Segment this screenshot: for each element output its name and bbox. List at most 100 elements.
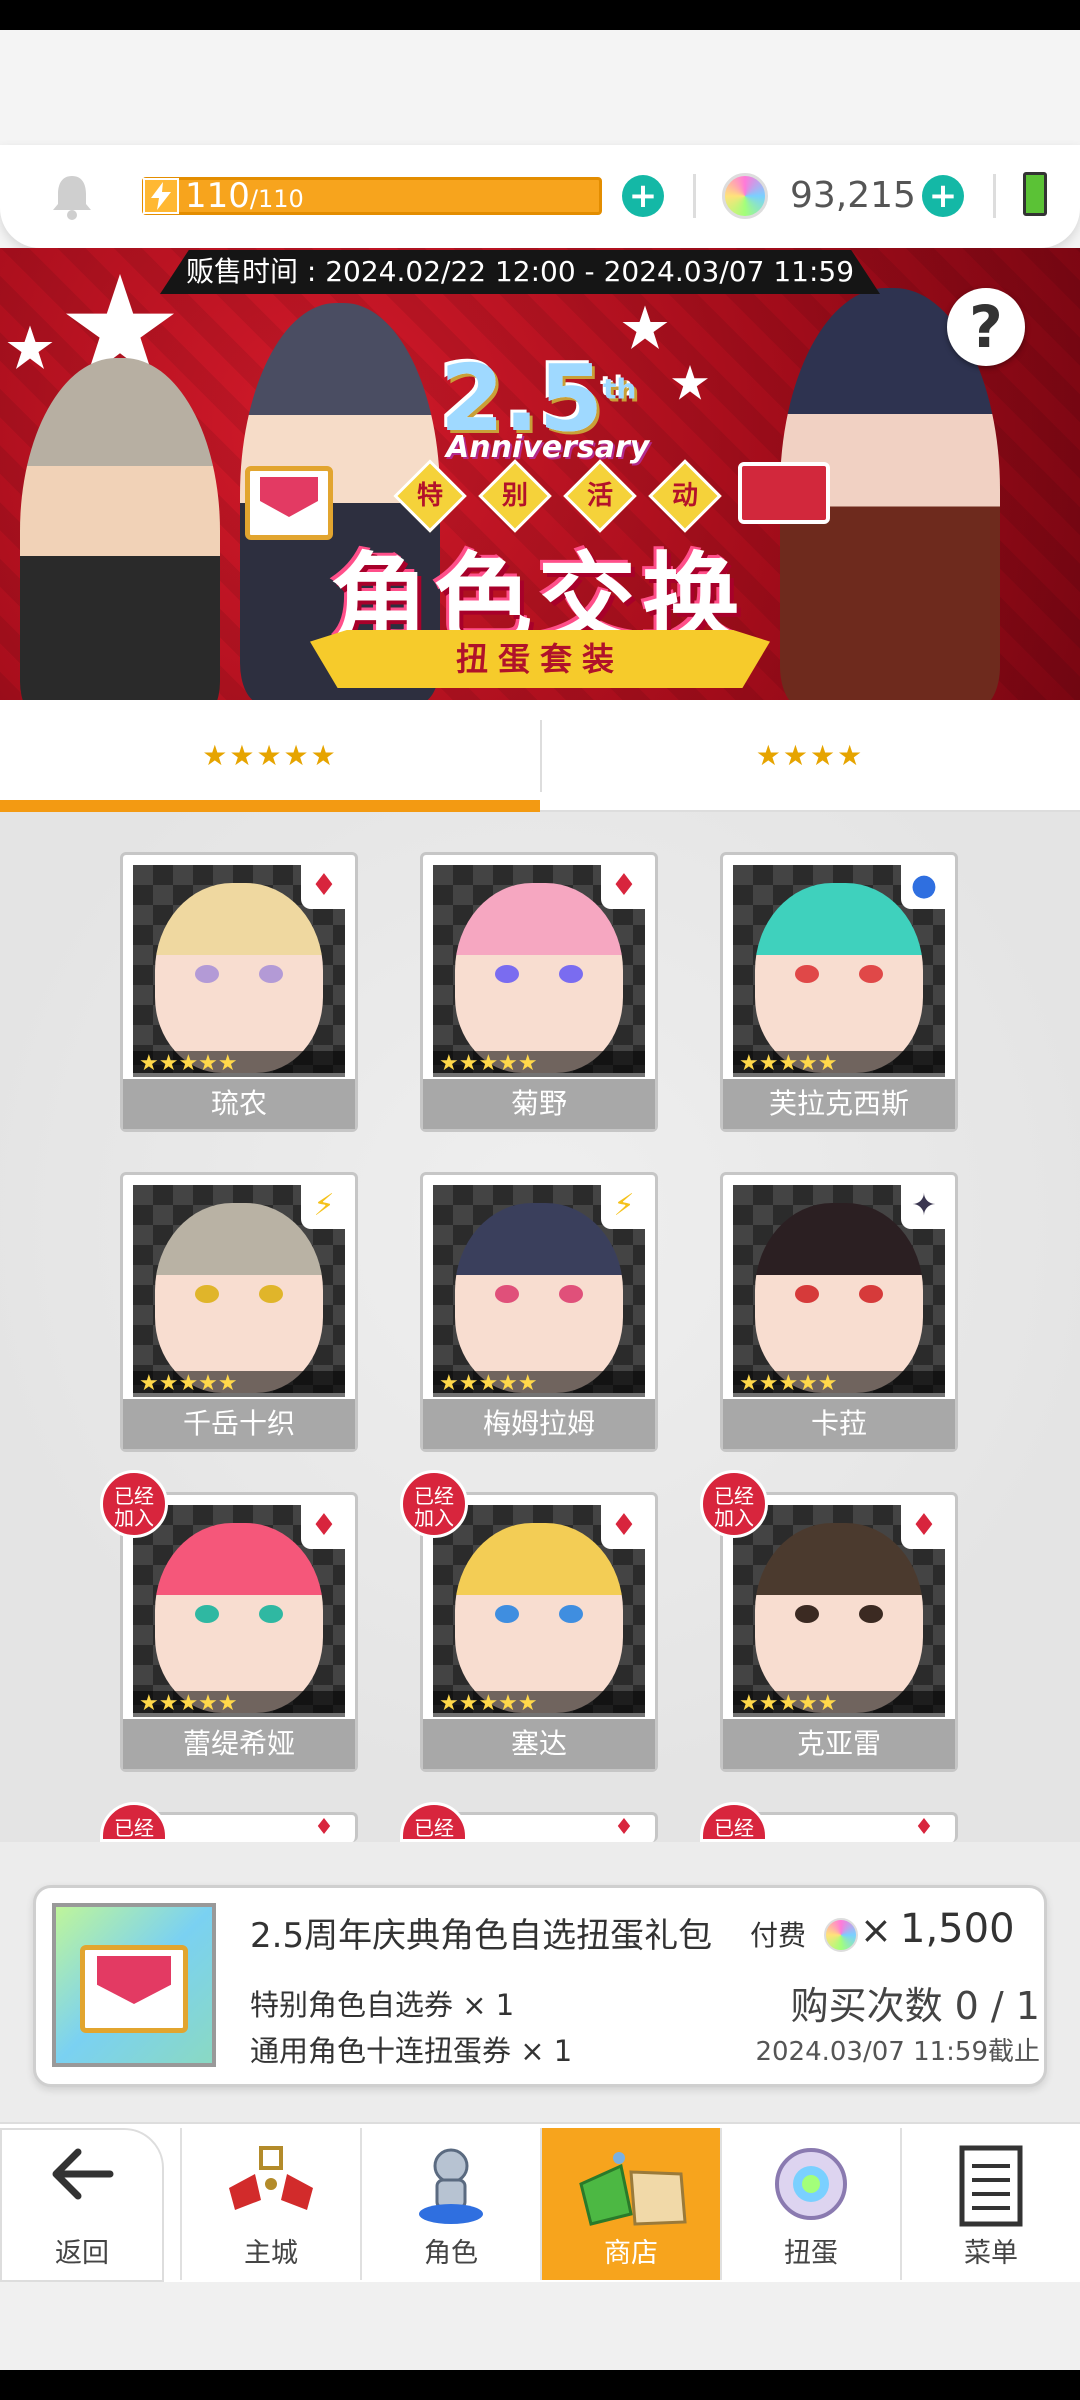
character-eyes <box>195 1285 283 1303</box>
product-content-2: 通用角色十连扭蛋券 × 1 <box>250 2034 573 2068</box>
character-eyes <box>795 965 883 983</box>
nav-item-home[interactable]: 主城 <box>180 2128 360 2280</box>
divider <box>540 720 542 792</box>
help-button[interactable]: ? <box>947 288 1025 366</box>
anniversary-word: Anniversary <box>446 430 650 465</box>
joined-badge: 已经 加入 <box>100 1470 168 1538</box>
nav-item-shop[interactable]: 商店 <box>540 2128 720 2280</box>
character-icon <box>419 2148 483 2224</box>
banner-character-left <box>20 358 220 700</box>
menu-icon <box>959 2145 1023 2227</box>
castle-icon <box>229 2146 313 2210</box>
status-bar <box>0 0 1080 30</box>
battery-icon <box>1023 172 1047 216</box>
character-name: 卡菈 <box>723 1399 955 1449</box>
character-eyes <box>495 1605 583 1623</box>
element-icon: ♦ <box>301 1815 347 1841</box>
nav-label: 菜单 <box>964 2238 1018 2269</box>
character-card[interactable]: ★★★★★ ♦ 塞达 <box>420 1492 658 1772</box>
tab-five-star[interactable]: ★★★★★ <box>0 700 540 812</box>
character-eyes <box>795 1285 883 1303</box>
element-icon: ♦ <box>301 863 347 909</box>
joined-badge: 已经 加入 <box>400 1470 468 1538</box>
star-decoration-icon <box>7 325 53 369</box>
character-card[interactable]: ★★★★★ ♦ 蕾缇希娅 <box>120 1492 358 1772</box>
rarity-stars: ★★★★★ <box>433 1371 645 1397</box>
back-arrow-icon <box>52 2148 114 2200</box>
gesture-bar <box>0 2370 1080 2400</box>
event-tags: 特 别 活 动 <box>390 459 725 533</box>
element-icon: ♦ <box>601 1815 647 1841</box>
nav-label: 角色 <box>424 2238 478 2269</box>
rarity-stars: ★★★★★ <box>433 1051 645 1077</box>
nav-item-characters[interactable]: 角色 <box>360 2128 540 2280</box>
element-icon: ♦ <box>301 1503 347 1549</box>
rarity-stars: ★★★★★ <box>433 1691 645 1717</box>
shop-icon <box>579 2152 687 2226</box>
bell-icon[interactable] <box>50 172 94 220</box>
rainbow-gem-icon <box>824 1918 858 1952</box>
stamina-value: 110/110 <box>185 176 304 216</box>
element-icon: ♦ <box>601 1503 647 1549</box>
character-name: 蕾缇希娅 <box>123 1719 355 1769</box>
gacha-icon <box>775 2148 847 2220</box>
gem-count: 93,215 <box>790 175 916 216</box>
lightning-icon <box>143 178 179 214</box>
nav-label: 扭蛋 <box>784 2238 838 2269</box>
rainbow-gem-icon <box>722 173 768 219</box>
character-eyes <box>795 1605 883 1623</box>
element-icon: ♦ <box>901 1815 947 1841</box>
sale-time: 贩售时间 : 2024.02/22 12:00 - 2024.03/07 11:… <box>160 250 880 294</box>
character-name: 芙拉克西斯 <box>723 1079 955 1129</box>
character-card[interactable]: ★★★★★ ✦ 卡菈 <box>720 1172 958 1452</box>
character-card[interactable]: ★★★★★ ⚡ 千岳十织 <box>120 1172 358 1452</box>
envelope-icon <box>245 466 333 540</box>
ticket-icon <box>738 462 830 524</box>
character-card[interactable]: ★★★★★ ● 芙拉克西斯 <box>720 852 958 1132</box>
banner-subtitle: 扭蛋套装 <box>310 630 770 688</box>
add-stamina-button[interactable]: + <box>622 175 664 217</box>
nav-item-gacha[interactable]: 扭蛋 <box>720 2128 900 2280</box>
tab-four-star[interactable]: ★★★★ <box>540 700 1080 812</box>
envelope-icon <box>80 1945 188 2033</box>
character-name: 塞达 <box>423 1719 655 1769</box>
home-strip <box>0 2282 1080 2370</box>
rarity-stars: ★★★★★ <box>133 1371 345 1397</box>
character-eyes <box>195 1605 283 1623</box>
element-icon: ♦ <box>901 1503 947 1549</box>
active-tab-indicator <box>0 800 540 812</box>
character-name: 千岳十织 <box>123 1399 355 1449</box>
deadline: 2024.03/07 11:59截止 <box>755 2037 1040 2067</box>
character-name: 菊野 <box>423 1079 655 1129</box>
character-card[interactable]: ★★★★★ ♦ 克亚雷 <box>720 1492 958 1772</box>
element-icon: ● <box>901 863 947 909</box>
element-icon: ⚡ <box>301 1183 347 1229</box>
character-card[interactable]: ★★★★★ ♦ 菊野 <box>420 852 658 1132</box>
character-name: 克亚雷 <box>723 1719 955 1769</box>
character-eyes <box>495 1285 583 1303</box>
rarity-stars: ★★★★★ <box>133 1691 345 1717</box>
character-card[interactable]: ★★★★★ ♦ 琉农 <box>120 852 358 1132</box>
price-label: 付费 <box>750 1919 807 1952</box>
character-name: 琉农 <box>123 1079 355 1129</box>
character-eyes <box>495 965 583 983</box>
nav-item-menu[interactable]: 菜单 <box>900 2128 1080 2280</box>
element-icon: ✦ <box>901 1183 947 1229</box>
star-decoration-icon <box>672 365 708 400</box>
element-icon: ♦ <box>601 863 647 909</box>
character-name: 梅姆拉姆 <box>423 1399 655 1449</box>
divider <box>693 174 696 218</box>
back-button[interactable]: 返回 <box>0 2128 164 2282</box>
rarity-stars: ★★★★★ <box>733 1051 945 1077</box>
product-content-1: 特别角色自选券 × 1 <box>250 1988 515 2022</box>
joined-badge: 已经 加入 <box>700 1470 768 1538</box>
element-icon: ⚡ <box>601 1183 647 1229</box>
character-card[interactable]: ★★★★★ ⚡ 梅姆拉姆 <box>420 1172 658 1452</box>
product-name: 2.5周年庆典角色自选扭蛋礼包 <box>250 1916 713 1956</box>
nav-label: 商店 <box>604 2238 658 2269</box>
rarity-stars: ★★★★★ <box>733 1371 945 1397</box>
rarity-stars: ★★★★★ <box>733 1691 945 1717</box>
add-gems-button[interactable]: + <box>922 175 964 217</box>
purchase-count: 购买次数 0 / 1 <box>790 1984 1040 2028</box>
rarity-stars: ★★★★★ <box>133 1051 345 1077</box>
